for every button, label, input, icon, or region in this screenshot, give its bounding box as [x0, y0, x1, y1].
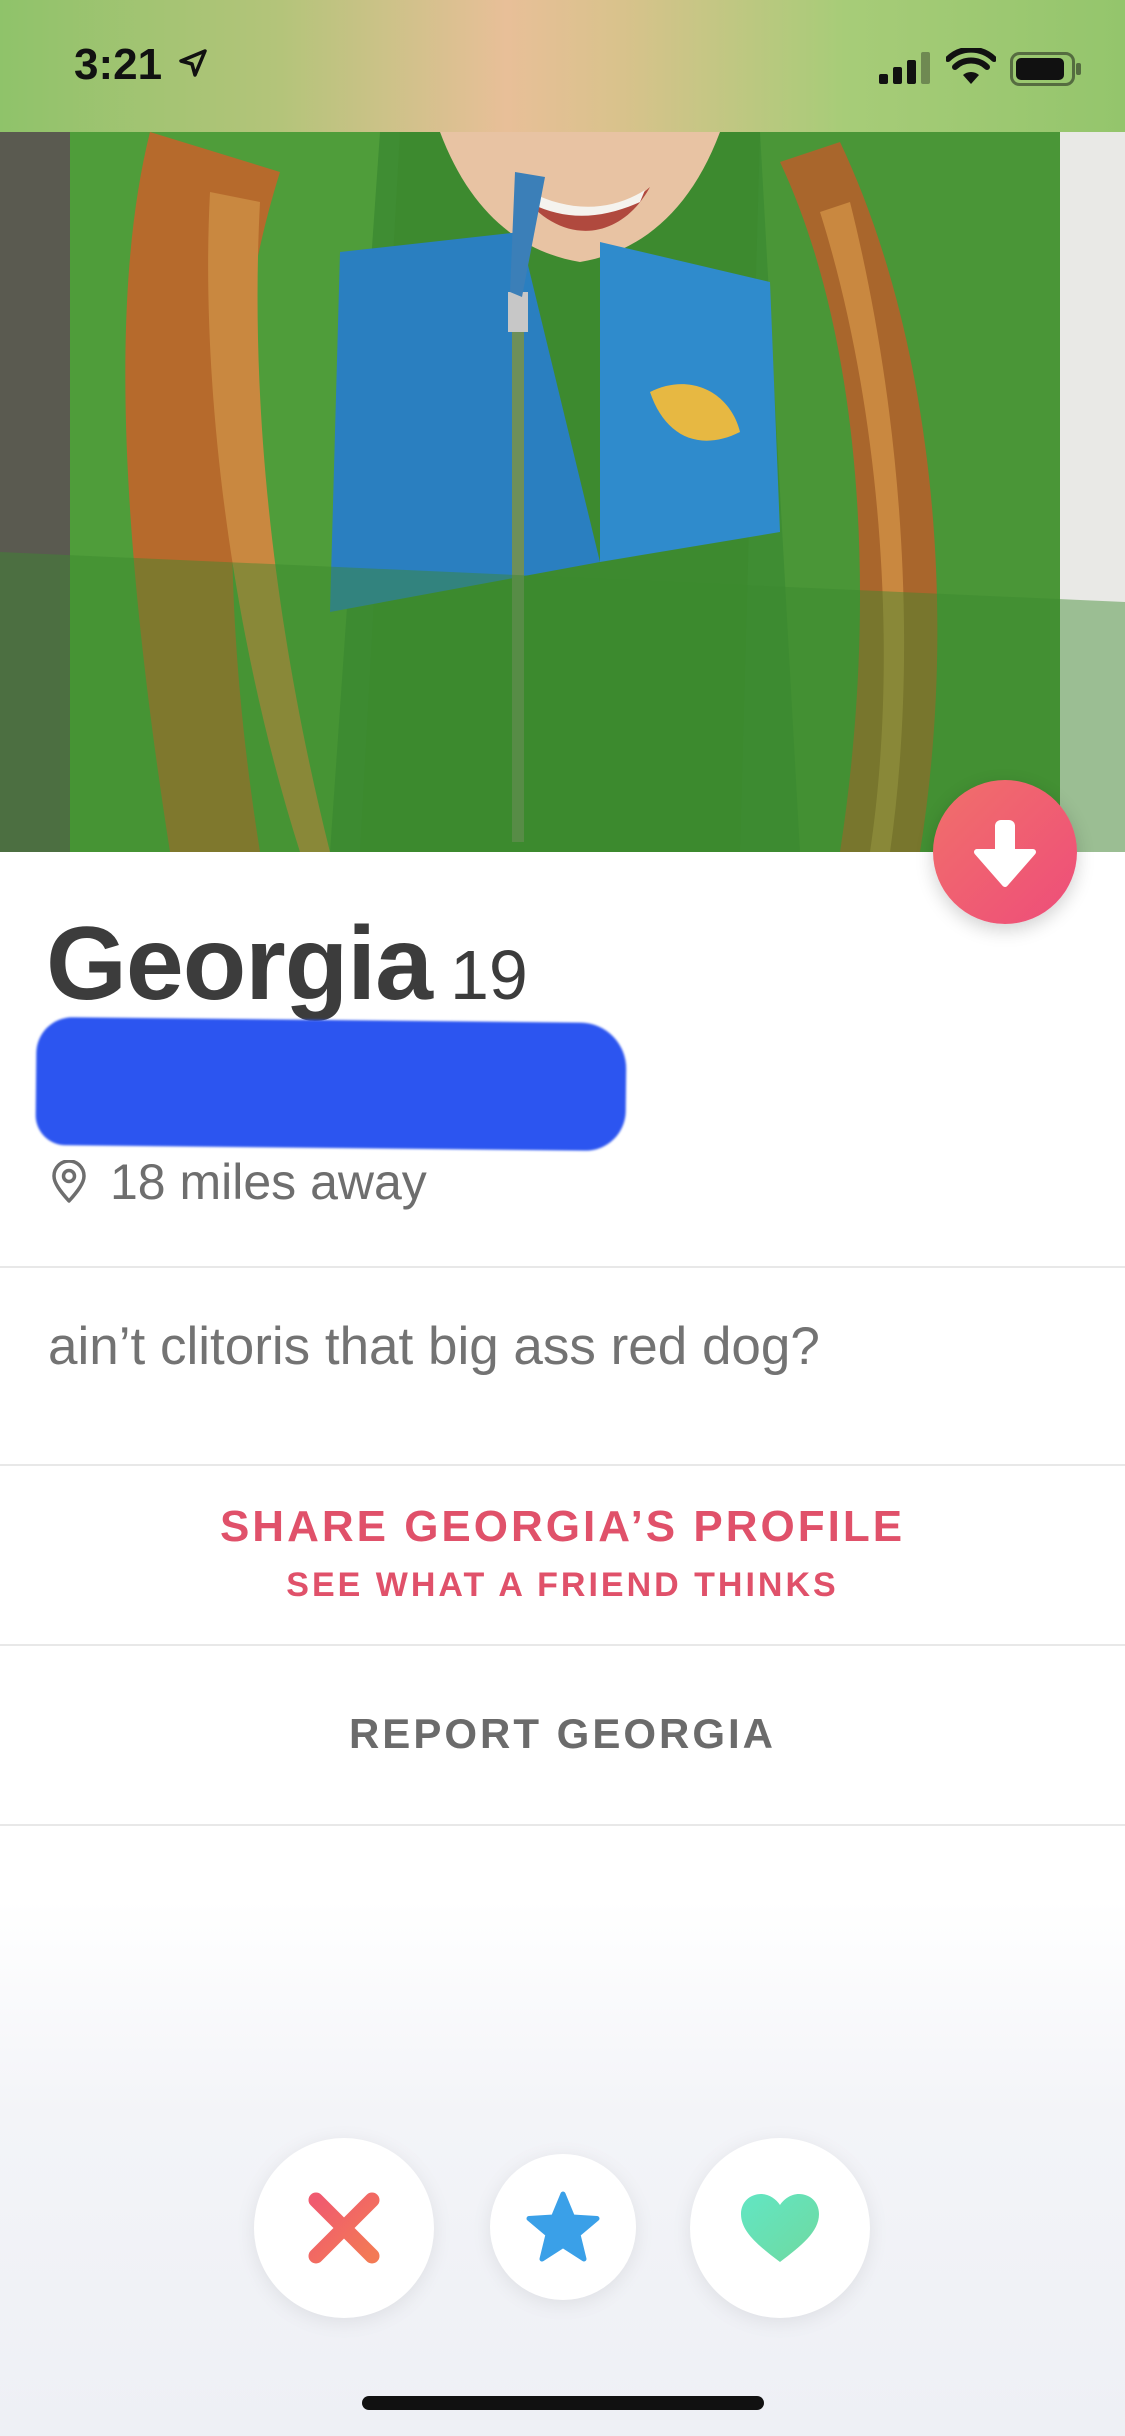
divider	[0, 1824, 1125, 1826]
profile-photo[interactable]	[0, 132, 1125, 852]
redaction-mark	[35, 1016, 627, 1152]
bio-text: ain’t clitoris that big ass red dog?	[48, 1317, 820, 1376]
location-pin-icon	[52, 1160, 86, 1203]
wifi-icon	[946, 48, 996, 84]
profile-photo-illustration	[0, 132, 1125, 852]
share-title: SHARE GEORGIA’S PROFILE	[219, 1502, 906, 1551]
status-time: 3:21	[74, 40, 163, 89]
report-button[interactable]: REPORT GEORGIA	[0, 1646, 1125, 1824]
profile-age: 19	[450, 936, 528, 1014]
share-subtitle: SEE WHAT A FRIEND THINKS	[286, 1566, 839, 1604]
distance-label: 18 miles away	[110, 1154, 427, 1210]
nope-button[interactable]	[254, 2138, 434, 2318]
super-like-button[interactable]	[490, 2154, 636, 2300]
collapse-profile-button[interactable]	[933, 780, 1077, 924]
share-profile-button[interactable]: SHARE GEORGIA’S PROFILE SEE WHAT A FRIEN…	[0, 1466, 1125, 1644]
star-icon	[526, 2191, 600, 2262]
distance-row: 18 miles away	[50, 1150, 427, 1214]
cellular-signal-icon	[879, 52, 930, 84]
heart-icon	[741, 2194, 819, 2262]
name-age-row: Georgia 19	[46, 905, 528, 1024]
like-button[interactable]	[690, 2138, 870, 2318]
home-indicator[interactable]	[362, 2396, 764, 2410]
close-icon	[308, 2192, 380, 2264]
divider	[0, 1266, 1125, 1268]
location-arrow-icon	[179, 49, 207, 77]
report-label: REPORT GEORGIA	[348, 1710, 777, 1757]
profile-name: Georgia	[46, 906, 433, 1022]
arrow-down-icon	[974, 820, 1036, 887]
battery-icon	[1010, 52, 1081, 86]
status-bar: 3:21	[0, 0, 1125, 132]
